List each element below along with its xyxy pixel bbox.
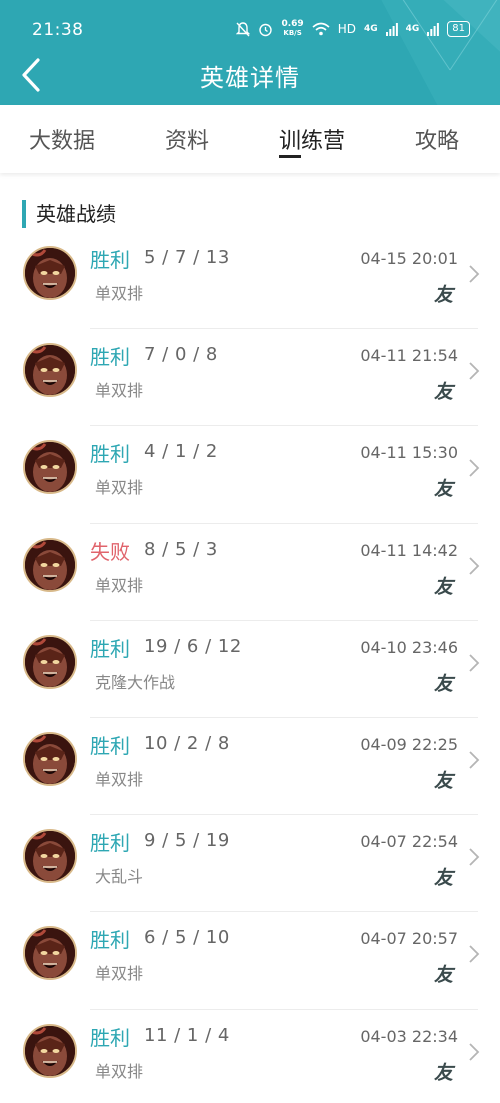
friend-badge: 友 bbox=[433, 284, 453, 306]
match-row[interactable]: 胜利 19 / 6 / 12 克隆大作战 04-10 23:46 友 bbox=[0, 621, 500, 718]
wifi-icon bbox=[312, 22, 330, 36]
match-kda: 10 / 2 / 8 bbox=[144, 732, 230, 754]
match-mode: 单双排 bbox=[95, 381, 144, 401]
alarm-icon bbox=[259, 23, 273, 36]
chevron-right-icon bbox=[469, 848, 480, 866]
bell-off-icon bbox=[236, 21, 251, 36]
hero-avatar bbox=[23, 537, 77, 592]
match-time: 04-09 22:25 bbox=[360, 734, 458, 754]
match-time: 04-10 23:46 bbox=[360, 637, 458, 657]
match-row[interactable]: 胜利 4 / 1 / 2 单双排 04-11 15:30 友 bbox=[0, 426, 500, 524]
match-row[interactable]: 胜利 11 / 1 / 4 单双排 04-03 22:34 友 bbox=[0, 1010, 500, 1103]
match-result: 胜利 bbox=[90, 831, 130, 856]
match-kda: 6 / 5 / 10 bbox=[144, 927, 230, 949]
friend-badge: 友 bbox=[433, 1061, 453, 1084]
status-time: 21:38 bbox=[32, 20, 84, 40]
match-row[interactable]: 胜利 6 / 5 / 10 单双排 04-07 20:57 友 bbox=[0, 912, 500, 1010]
match-result: 胜利 bbox=[90, 248, 130, 272]
match-time: 04-11 21:54 bbox=[360, 346, 458, 366]
match-result: 胜利 bbox=[90, 733, 130, 758]
match-mode: 大乱斗 bbox=[95, 867, 144, 887]
active-tab-indicator bbox=[279, 155, 301, 158]
app-header: 21:38 0.69 KB/S HD 4G 4G 81 英雄详情 bbox=[0, 0, 500, 105]
status-bar: 21:38 0.69 KB/S HD 4G 4G 81 bbox=[0, 0, 500, 60]
match-result: 胜利 bbox=[90, 345, 130, 370]
friend-badge: 友 bbox=[433, 478, 453, 501]
friend-badge: 友 bbox=[433, 672, 453, 695]
hero-avatar bbox=[23, 926, 77, 981]
match-row[interactable]: 胜利 10 / 2 / 8 单双排 04-09 22:25 友 bbox=[0, 718, 500, 816]
chevron-right-icon bbox=[469, 459, 480, 478]
match-row[interactable]: 胜利 5 / 7 / 13 单双排 04-15 20:01 友 bbox=[0, 232, 500, 330]
match-mode: 克隆大作战 bbox=[95, 672, 176, 692]
tab-profile[interactable]: 资料 bbox=[165, 123, 209, 155]
hero-avatar bbox=[23, 343, 77, 398]
signal-1: 4G bbox=[363, 24, 378, 34]
hd-label: HD bbox=[337, 22, 356, 36]
chevron-right-icon bbox=[469, 362, 480, 380]
match-result: 胜利 bbox=[90, 928, 130, 953]
match-time: 04-07 20:57 bbox=[360, 929, 458, 949]
match-result: 胜利 bbox=[90, 636, 130, 661]
tab-big-data[interactable]: 大数据 bbox=[29, 123, 95, 155]
friend-badge: 友 bbox=[433, 769, 453, 792]
match-result: 胜利 bbox=[90, 442, 130, 467]
tab-training-camp[interactable]: 训练营 bbox=[279, 123, 345, 155]
match-mode: 单双排 bbox=[95, 284, 144, 303]
match-kda: 9 / 5 / 19 bbox=[144, 830, 230, 852]
match-mode: 单双排 bbox=[95, 575, 144, 595]
hero-avatar bbox=[23, 634, 77, 689]
match-mode: 单双排 bbox=[95, 964, 144, 984]
hero-avatar bbox=[23, 731, 77, 786]
match-row[interactable]: 失败 8 / 5 / 3 单双排 04-11 14:42 友 bbox=[0, 524, 500, 621]
match-kda: 8 / 5 / 3 bbox=[144, 538, 218, 560]
match-time: 04-11 15:30 bbox=[360, 443, 458, 463]
hero-avatar bbox=[23, 1023, 77, 1078]
match-result: 失败 bbox=[90, 539, 130, 564]
match-result: 胜利 bbox=[90, 1025, 130, 1050]
friend-badge: 友 bbox=[433, 964, 453, 987]
match-kda: 19 / 6 / 12 bbox=[144, 635, 242, 657]
match-mode: 单双排 bbox=[95, 1061, 144, 1081]
tab-guide[interactable]: 攻略 bbox=[415, 123, 459, 155]
match-time: 04-15 20:01 bbox=[360, 249, 458, 268]
match-kda: 4 / 1 / 2 bbox=[144, 441, 218, 463]
hero-avatar bbox=[23, 829, 77, 884]
match-time: 04-03 22:34 bbox=[360, 1026, 458, 1046]
match-time: 04-11 14:42 bbox=[360, 540, 458, 560]
battery-indicator: 81 bbox=[447, 21, 470, 37]
chevron-right-icon bbox=[469, 751, 480, 769]
hero-avatar bbox=[23, 440, 77, 495]
signal-bars-icon bbox=[385, 22, 398, 36]
match-mode: 单双排 bbox=[95, 478, 144, 498]
friend-badge: 友 bbox=[433, 867, 453, 890]
chevron-right-icon bbox=[469, 945, 480, 963]
match-list: 胜利 5 / 7 / 13 单双排 04-15 20:01 友 胜利 7 / 0… bbox=[0, 232, 500, 1103]
match-kda: 11 / 1 / 4 bbox=[144, 1024, 230, 1046]
status-icons: 0.69 KB/S HD 4G 4G 81 bbox=[236, 20, 470, 38]
signal-2: 4G bbox=[405, 24, 420, 34]
match-row[interactable]: 胜利 7 / 0 / 8 单双排 04-11 21:54 友 bbox=[0, 329, 500, 427]
friend-badge: 友 bbox=[433, 381, 453, 404]
chevron-right-icon bbox=[469, 654, 480, 672]
match-row[interactable]: 胜利 9 / 5 / 19 大乱斗 04-07 22:54 友 bbox=[0, 815, 500, 913]
match-time: 04-07 22:54 bbox=[360, 832, 458, 852]
signal-bars-icon-2 bbox=[427, 22, 440, 36]
chevron-right-icon bbox=[469, 1042, 480, 1061]
net-speed: 0.69 KB/S bbox=[281, 19, 304, 38]
chevron-right-icon bbox=[469, 556, 480, 575]
page-title: 英雄详情 bbox=[200, 64, 300, 92]
match-mode: 单双排 bbox=[95, 769, 144, 789]
match-kda: 5 / 7 / 13 bbox=[144, 247, 230, 268]
chevron-right-icon bbox=[469, 265, 480, 283]
hero-avatar bbox=[23, 246, 77, 300]
tab-bar: 大数据 资料 训练营 攻略 bbox=[0, 105, 500, 173]
friend-badge: 友 bbox=[433, 575, 453, 598]
match-kda: 7 / 0 / 8 bbox=[144, 344, 218, 366]
section-title: 英雄战绩 bbox=[22, 200, 116, 228]
